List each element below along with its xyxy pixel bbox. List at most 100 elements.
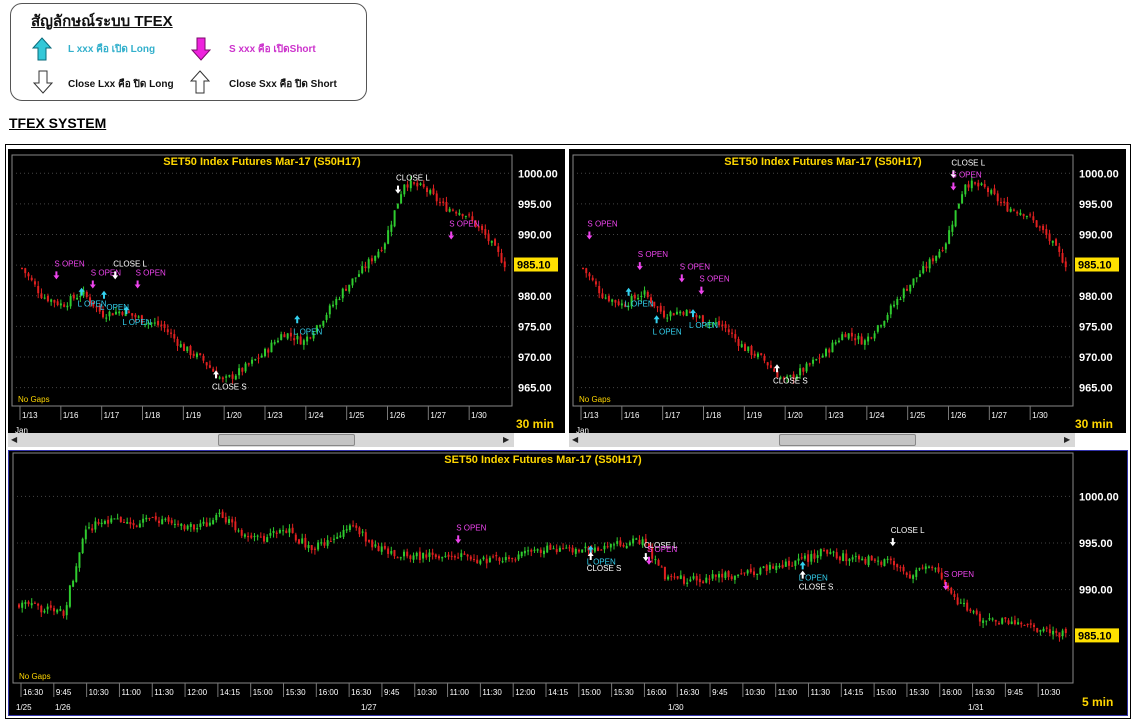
- candle-body: [196, 527, 199, 530]
- scroll-right-icon[interactable]: ▶: [503, 435, 509, 444]
- candle-body: [765, 565, 768, 572]
- candle-body: [957, 203, 960, 209]
- chart-panel-5min[interactable]: 1000.00 995.00 990.00 985.10 SET50 Index Fut…: [8, 450, 1128, 716]
- x-tick-label: 12:00: [515, 688, 536, 697]
- candle-body: [345, 288, 347, 291]
- candle-body: [685, 309, 688, 317]
- candle-body: [974, 182, 977, 184]
- candle-body: [348, 525, 351, 530]
- candle-body: [368, 540, 370, 542]
- candle-body: [896, 298, 899, 305]
- candle-body: [702, 581, 705, 584]
- scroll-right-icon[interactable]: ▶: [1064, 435, 1070, 444]
- candle-body: [527, 550, 530, 552]
- candle-body: [837, 340, 840, 343]
- candle-body: [192, 353, 195, 357]
- candle-body: [912, 278, 915, 286]
- chart-panel-30min-left[interactable]: 1000.00995.00990.00985.00980.00975.00970…: [8, 149, 565, 433]
- candle-body: [72, 580, 75, 587]
- candle-body: [393, 210, 396, 227]
- candle-body: [183, 525, 186, 530]
- candle-body: [458, 212, 461, 215]
- candle-body: [72, 294, 75, 299]
- candle-body: [511, 558, 514, 560]
- candle-body: [254, 359, 257, 361]
- candle-body: [504, 556, 507, 561]
- scroll-thumb[interactable]: [779, 434, 916, 446]
- candle-body: [176, 339, 179, 346]
- candle-body: [994, 619, 997, 622]
- scroll-left-icon[interactable]: ◀: [11, 435, 17, 444]
- candle-body: [899, 298, 902, 300]
- candle-body: [826, 549, 829, 554]
- scroll-thumb[interactable]: [218, 434, 355, 446]
- candle-body: [387, 230, 390, 244]
- scrollbar-left[interactable]: ◀ ▶: [8, 433, 514, 447]
- y-tick-label: 1000.00: [1079, 491, 1119, 503]
- candle-body: [692, 576, 695, 579]
- candle-body: [390, 551, 393, 554]
- candle-body: [597, 547, 600, 551]
- candle-body: [108, 311, 111, 317]
- y-tick-label: 990.00: [1079, 230, 1113, 242]
- x-tick-label: 16:00: [942, 688, 963, 697]
- candle-body: [501, 561, 504, 563]
- close-signal-label: CLOSE L: [951, 158, 985, 167]
- candle-body: [633, 294, 636, 299]
- candle-body: [718, 573, 720, 578]
- candle-body: [121, 312, 124, 315]
- x-tick-label: 16:00: [646, 688, 667, 697]
- candle-body: [985, 620, 988, 622]
- candle-body: [619, 540, 622, 546]
- x-tick-label: 1/26: [390, 411, 406, 420]
- candle-body: [272, 531, 275, 533]
- candle-body: [53, 608, 55, 612]
- candle-body: [810, 554, 813, 562]
- candle-body: [1035, 220, 1038, 228]
- candle-body: [961, 194, 964, 204]
- candle-body: [802, 367, 805, 372]
- candle-body: [1019, 212, 1022, 215]
- candle-body: [69, 295, 72, 307]
- candle-body: [170, 332, 173, 334]
- scrollbar-right[interactable]: ◀ ▶: [569, 433, 1075, 447]
- candle-body: [555, 549, 558, 553]
- candle-body: [628, 542, 631, 546]
- y-tick-label: 995.00: [1079, 538, 1113, 550]
- candle-body: [902, 288, 905, 299]
- x-tick-label: 16:30: [975, 688, 996, 697]
- x-tick-label: 1/27: [991, 411, 1007, 420]
- candle-body: [672, 313, 675, 316]
- candle-body: [399, 557, 402, 559]
- candle-body: [264, 348, 266, 357]
- candle-body: [609, 544, 612, 548]
- candle-body: [21, 602, 24, 608]
- candle-body: [469, 556, 472, 560]
- candle-body: [266, 537, 269, 543]
- chart-panel-30min-right[interactable]: 1000.00995.00990.00985.00980.00975.00970…: [569, 149, 1126, 433]
- candle-body: [857, 335, 860, 340]
- candle-body: [205, 522, 208, 527]
- candle-body: [686, 582, 689, 584]
- x-tick-label: 1/16: [624, 411, 640, 420]
- candle-body: [396, 203, 399, 209]
- x-tick-label: 1/20: [226, 411, 242, 420]
- candle-body: [244, 363, 247, 372]
- candle-body: [1017, 622, 1020, 625]
- candle-body: [66, 305, 69, 308]
- candle-body: [951, 224, 954, 232]
- candle-body: [1055, 630, 1058, 633]
- candle-body: [445, 201, 448, 212]
- candle-body: [400, 194, 403, 204]
- candle-body: [966, 602, 969, 611]
- scroll-left-icon[interactable]: ◀: [572, 435, 578, 444]
- candle-body: [199, 523, 202, 527]
- candle-body: [326, 540, 329, 546]
- candle-body: [21, 267, 23, 269]
- candle-body: [463, 553, 466, 555]
- candle-body: [870, 337, 873, 339]
- candle-body: [329, 541, 332, 543]
- candle-body: [520, 551, 523, 557]
- candle-body: [514, 559, 517, 561]
- candle-body: [825, 348, 827, 357]
